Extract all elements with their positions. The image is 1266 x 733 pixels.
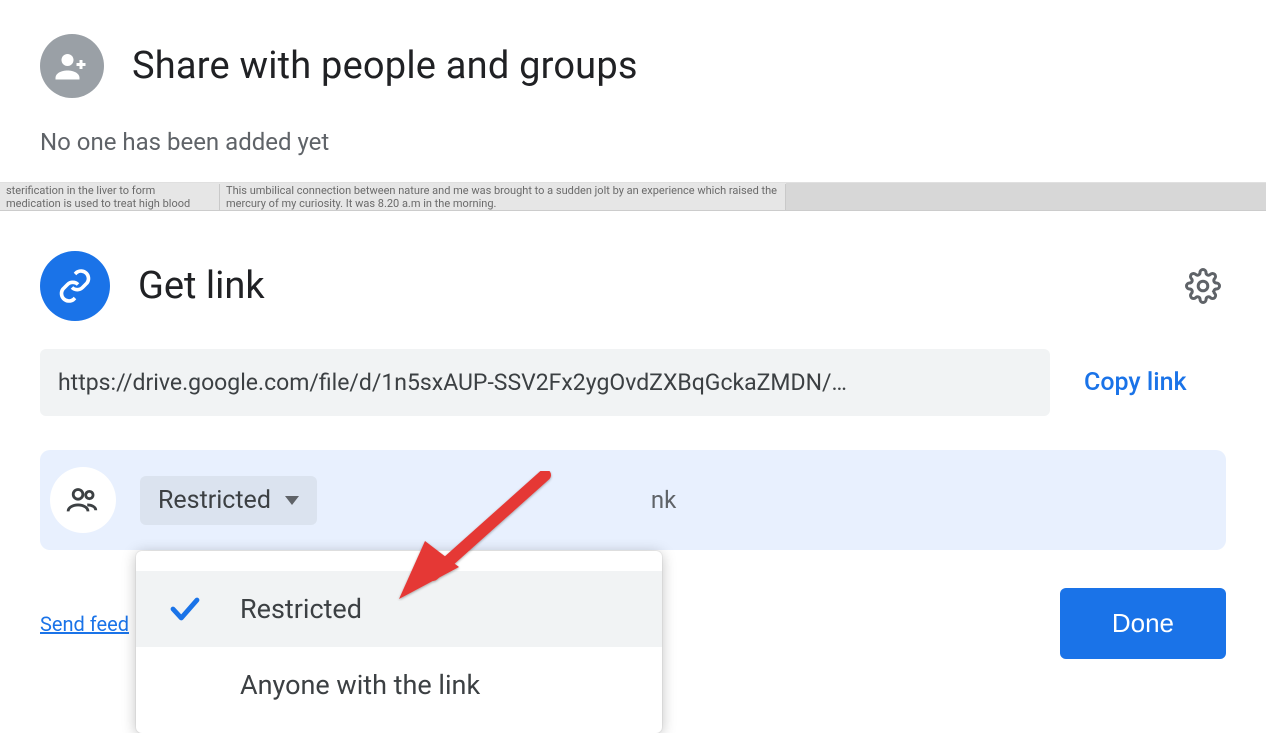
share-people-panel: Share with people and groups No one has … (0, 0, 1266, 183)
link-access-row: Restricted nk (40, 450, 1226, 550)
check-icon (164, 591, 206, 627)
share-url-field[interactable]: https://drive.google.com/file/d/1n5sxAUP… (40, 349, 1050, 416)
share-header: Share with people and groups (40, 34, 1226, 98)
background-document-strip: sterification in the liver to form medic… (0, 183, 1266, 211)
link-settings-button[interactable] (1180, 263, 1226, 309)
share-subtext: No one has been added yet (40, 128, 1226, 156)
copy-link-button[interactable]: Copy link (1084, 368, 1187, 397)
bg-image-area (786, 183, 1266, 210)
get-link-panel: Get link https://drive.google.com/file/d… (0, 211, 1266, 659)
menu-item-label: Anyone with the link (240, 669, 480, 701)
share-title: Share with people and groups (132, 44, 638, 88)
get-link-header: Get link (40, 251, 1226, 321)
gear-icon (1185, 268, 1221, 304)
send-feedback-link[interactable]: Send feed (40, 612, 129, 636)
link-icon (40, 251, 110, 321)
caret-down-icon (285, 496, 299, 505)
get-link-title: Get link (138, 264, 265, 308)
access-level-label: Restricted (158, 486, 271, 515)
people-icon (50, 467, 116, 533)
person-add-icon (40, 34, 104, 98)
bg-text: medication is used to treat high blood (6, 197, 213, 210)
bg-text: This umbilical connection between nature… (220, 184, 786, 210)
menu-item-label: Restricted (240, 593, 362, 625)
done-button[interactable]: Done (1060, 588, 1226, 659)
menu-item-restricted[interactable]: Restricted (136, 571, 662, 647)
bg-text: sterification in the liver to form (6, 184, 213, 197)
obscured-text: nk (651, 486, 676, 514)
check-icon (164, 667, 206, 703)
menu-item-anyone[interactable]: Anyone with the link (136, 647, 662, 723)
link-url-row: https://drive.google.com/file/d/1n5sxAUP… (40, 349, 1226, 416)
access-level-menu: Restricted Anyone with the link (136, 551, 662, 733)
access-level-dropdown[interactable]: Restricted (140, 476, 317, 525)
